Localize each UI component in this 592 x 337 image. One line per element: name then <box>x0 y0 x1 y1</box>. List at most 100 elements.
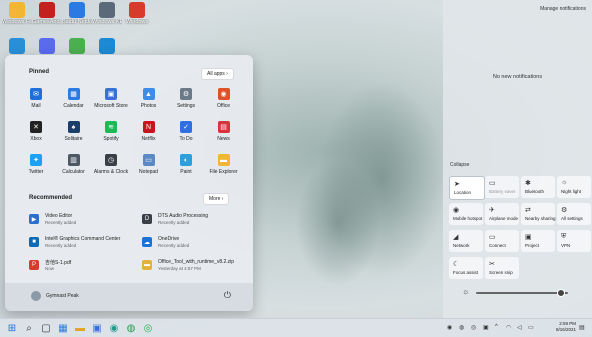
notification-icon[interactable]: ▤ <box>579 324 585 331</box>
pinned-app[interactable]: ▣ Microsoft Store <box>93 88 129 109</box>
quick-setting-location[interactable]: ➤ Location <box>449 176 485 200</box>
recommended-item[interactable]: ▶ Video Editor Recently added <box>29 212 139 230</box>
connect-icon: ▭ <box>489 234 496 241</box>
pinned-app[interactable]: ◷ Alarms & Clock <box>93 154 129 175</box>
quick-setting-battery[interactable]: ▭ Battery saver <box>485 176 519 198</box>
recommended-item-subtitle: Recently added <box>45 220 77 225</box>
brightness-knob[interactable] <box>556 289 565 297</box>
more-button[interactable]: More › <box>203 193 230 205</box>
tray-icon-4[interactable]: ▣ <box>483 324 489 331</box>
collapse-button[interactable]: Collapse <box>450 162 469 168</box>
quick-setting-label: Bluetooth <box>525 189 545 194</box>
user-account[interactable]: Gymnast Peak <box>31 291 79 301</box>
cloud-icon <box>69 2 85 18</box>
pinned-app-label: Microsoft Store <box>94 103 128 109</box>
recommended-item[interactable]: ▬ Office_Tool_with_runtime_v8.2.zip Yester… <box>142 258 252 276</box>
power-icon[interactable]: ⏻ <box>224 290 231 301</box>
pinned-app[interactable]: ✉ Mail <box>18 88 54 109</box>
pinned-app-label: Photos <box>140 103 157 109</box>
clock[interactable]: 2:59 PM 8/16/2021 <box>556 321 576 333</box>
recommended-item-name: 吉他S-1.pdf <box>45 260 72 266</box>
quick-setting-vpn[interactable]: ⛨ VPN <box>557 230 591 252</box>
pinned-app-label: Alarms & Clock <box>93 169 129 175</box>
quick-setting-hotspot[interactable]: ◉ Mobile hotspot <box>449 203 483 225</box>
quick-setting-label: Screen snip <box>489 270 513 275</box>
xbox-icon: ✕ <box>30 121 42 133</box>
recommended-item[interactable]: ■ Intel® Graphics Command Center Recently … <box>29 235 139 253</box>
tray-icon-1[interactable]: ◉ <box>447 324 452 331</box>
pinned-app[interactable]: N Netflix <box>131 121 167 142</box>
store-icon[interactable]: ▣ <box>91 322 103 334</box>
pinned-app[interactable]: ◐ Paint <box>168 154 204 175</box>
desktop-icon[interactable]: Windows KE... <box>92 2 122 36</box>
start-icon[interactable]: ⊞ <box>6 322 18 334</box>
chevron-up-icon[interactable]: ^ <box>495 324 498 330</box>
quick-setting-screen-snip[interactable]: ✂ Screen snip <box>485 257 519 279</box>
manage-notifications-link[interactable]: Manage notifications <box>540 6 586 12</box>
screen-snip-icon: ✂ <box>489 261 495 268</box>
quick-setting-connect[interactable]: ▭ Connect <box>485 230 519 252</box>
desktop-icon[interactable]: Baidu Netdisk <box>62 2 92 36</box>
quick-setting-airplane[interactable]: ✈ Airplane mode <box>485 203 519 225</box>
notepad-icon: ▭ <box>142 154 155 166</box>
pinned-app[interactable]: ◉ Office <box>206 88 242 109</box>
folder-icon[interactable]: ▬ <box>74 322 86 334</box>
search-icon[interactable]: ⌕ <box>23 322 35 334</box>
recommended-item[interactable]: P 吉他S-1.pdf Now <box>29 258 139 276</box>
all-apps-button[interactable]: All apps › <box>201 68 234 80</box>
clock-icon: ◷ <box>105 154 117 166</box>
netflix-icon: N <box>142 121 155 133</box>
quick-setting-focus-assist[interactable]: ☾ Focus assist <box>449 257 483 279</box>
tray-icon-3[interactable]: ◎ <box>471 324 476 331</box>
quick-setting-label: Focus assist <box>453 270 479 275</box>
pinned-app[interactable]: ▦ Calendar <box>56 88 92 109</box>
tray-icon-2[interactable]: ◍ <box>459 324 464 331</box>
task-view-icon[interactable]: ▢ <box>40 322 52 334</box>
brightness-slider[interactable]: ☼ <box>462 287 572 297</box>
video-editor-icon: ▶ <box>29 214 39 224</box>
battery-icon[interactable]: ▭ <box>528 324 534 331</box>
desktop-icon-label: Windows KE... <box>92 19 122 25</box>
pinned-app[interactable]: ♠ Solitaire <box>56 121 92 142</box>
chrome-icon[interactable]: ◍ <box>125 322 137 334</box>
pinned-app[interactable]: ▥ Calculator <box>56 154 92 175</box>
vpn-icon: ⛨ <box>561 233 567 240</box>
pdf-icon <box>129 2 145 18</box>
calculator-icon: ▥ <box>67 154 80 166</box>
wifi-icon[interactable]: ◠ <box>506 324 511 331</box>
brightness-track[interactable] <box>476 292 568 294</box>
desktop-icon-label: Windows Fil... <box>2 19 32 25</box>
pinned-app[interactable]: ✕ Xbox <box>18 121 54 142</box>
wechat-icon[interactable]: ◎ <box>142 322 154 334</box>
quick-setting-project[interactable]: ▣ Project <box>521 230 555 252</box>
dts-icon: D <box>142 214 152 224</box>
desktop-icon[interactable]: GamesAndi... <box>32 2 62 36</box>
quick-setting-bluetooth[interactable]: ✱ Bluetooth <box>521 176 555 198</box>
tools-icon <box>99 2 115 18</box>
pinned-app[interactable]: ✓ To Do <box>168 121 204 142</box>
quick-setting-network[interactable]: ◢ Network <box>449 230 483 252</box>
pinned-app[interactable]: ▤ News <box>206 121 242 142</box>
recommended-item-name: Office_Tool_with_runtime_v8.2.zip <box>158 259 235 265</box>
quick-setting-night-light[interactable]: ☼ Night light <box>557 176 591 198</box>
edge-icon[interactable]: ◉ <box>108 322 120 334</box>
quick-setting-gear[interactable]: ⚙ All settings <box>557 203 591 225</box>
gear-icon: ⚙ <box>561 207 568 214</box>
pinned-app[interactable]: ▭ Notepad <box>131 154 167 175</box>
pinned-app[interactable]: ⚙ Settings <box>168 88 204 109</box>
pinned-app[interactable]: ✦ Twitter <box>18 154 54 175</box>
volume-icon[interactable]: ◁ <box>517 324 522 331</box>
desktop-icon[interactable]: Windows Fil... <box>2 2 32 36</box>
pinned-app[interactable]: ≋ Spotify <box>93 121 129 142</box>
pinned-app[interactable]: ▲ Photos <box>131 88 167 109</box>
widgets-icon[interactable]: ▦ <box>57 322 69 334</box>
recommended-item[interactable]: ☁ OneDrive Recently added <box>142 235 252 253</box>
pinned-app[interactable]: ▬ File Explorer <box>206 154 242 175</box>
recommended-item[interactable]: D DTS Audio Processing Recently added <box>142 212 252 230</box>
quick-setting-nearby-sharing[interactable]: ⇄ Nearby sharing <box>521 203 556 225</box>
quick-setting-label: Nearby sharing <box>525 216 556 221</box>
desktop-icon[interactable]: Windows <box>122 2 152 36</box>
recommended-title: Recommended <box>29 195 73 201</box>
package-icon <box>69 38 85 54</box>
pinned-app-label: Office <box>217 103 230 109</box>
